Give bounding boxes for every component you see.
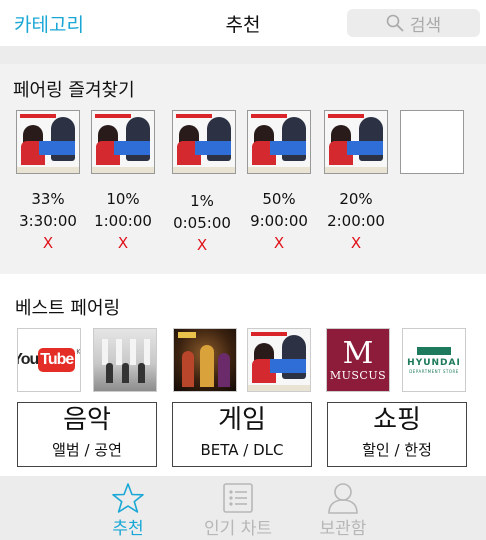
favorites-section: 페어링 즐겨찾기 33% 3:30:00 X 10% 1:00:00 X 1% … [0,64,486,274]
drama-poster-image [17,111,79,173]
empty-favorite-slot[interactable] [400,110,464,174]
category-subtitle: BETA / DLC [200,441,284,459]
search-placeholder: 검색 [409,15,442,36]
progress-percent: 33% [31,190,65,208]
tab-popular-chart[interactable]: 인기 차트 [178,476,298,540]
drama-poster-image [92,111,154,173]
progress-percent: 50% [262,190,296,208]
star-icon [68,482,188,514]
remove-button[interactable]: X [83,232,163,254]
tab-label: 추천 [112,519,144,539]
tab-bar: 추천 인기 차트 보관함 [0,476,486,540]
tab-label: 보관함 [319,519,367,539]
band-photo-image [94,329,156,391]
favorite-info: 1% 0:05:00 X [162,190,242,256]
best-pairing-section: 베스트 페어링 YouTubeKR M MUSCUS HYUNDAI DEPAR… [0,286,486,476]
favorite-info: 50% 9:00:00 X [239,188,319,254]
duration: 9:00:00 [250,212,308,230]
muscus-logo: M MUSCUS [327,329,389,391]
game-category-button[interactable]: 게임 BETA / DLC [172,402,312,467]
favorite-thumbnail[interactable] [247,110,311,174]
category-button[interactable]: 카테고리 [14,10,84,37]
duration: 2:00:00 [327,212,385,230]
shopping-category-button[interactable]: 쇼핑 할인 / 한정 [327,402,467,467]
tab-recommend[interactable]: 추천 [68,476,188,540]
search-field[interactable]: 검색 [347,9,480,37]
drama-poster-image [248,111,310,173]
drama-poster-image [248,329,310,391]
best-pairing-title: 베스트 페어링 [15,298,121,319]
category-subtitle: 앨범 / 공연 [52,441,122,459]
search-icon [386,14,404,32]
favorite-thumbnail[interactable] [91,110,155,174]
duration: 1:00:00 [94,212,152,230]
favorite-info: 33% 3:30:00 X [8,188,88,254]
favorite-thumbnail[interactable] [172,110,236,174]
music-category-button[interactable]: 음악 앨범 / 공연 [17,402,157,467]
game-art-tile[interactable] [173,328,237,392]
favorite-info: 20% 2:00:00 X [316,188,396,254]
muscus-logo-tile[interactable]: M MUSCUS [326,328,390,392]
nav-bar: 카테고리 추천 검색 [0,0,486,46]
progress-percent: 1% [190,192,214,210]
game-art-image [174,329,236,391]
duration: 3:30:00 [19,212,77,230]
remove-button[interactable]: X [162,234,242,256]
person-icon [283,482,403,514]
remove-button[interactable]: X [316,232,396,254]
favorite-info: 10% 1:00:00 X [83,188,163,254]
category-title: 쇼핑 [373,405,421,435]
progress-percent: 10% [106,190,140,208]
progress-percent: 20% [339,190,373,208]
favorite-thumbnail[interactable] [324,110,388,174]
drama-poster-image [325,111,387,173]
remove-button[interactable]: X [8,232,88,254]
tab-library[interactable]: 보관함 [283,476,403,540]
remove-button[interactable]: X [239,232,319,254]
category-subtitle: 할인 / 한정 [362,441,432,459]
tab-label: 인기 차트 [204,519,272,539]
hyundai-logo: HYUNDAI DEPARTMENT STORE [407,346,461,374]
drama-poster-tile[interactable] [247,328,311,392]
duration: 0:05:00 [173,214,231,232]
favorites-title: 페어링 즐겨찾기 [13,80,135,101]
section-divider [0,274,486,286]
section-divider [0,46,486,64]
category-title: 음악 [63,405,111,435]
category-title: 게임 [218,405,266,435]
drama-poster-image [173,111,235,173]
favorite-thumbnail[interactable] [16,110,80,174]
youtube-logo-tile[interactable]: YouTubeKR [17,328,81,392]
band-photo-tile[interactable] [93,328,157,392]
list-icon [178,482,298,514]
youtube-logo: YouTubeKR [18,348,80,372]
hyundai-logo-tile[interactable]: HYUNDAI DEPARTMENT STORE [402,328,466,392]
